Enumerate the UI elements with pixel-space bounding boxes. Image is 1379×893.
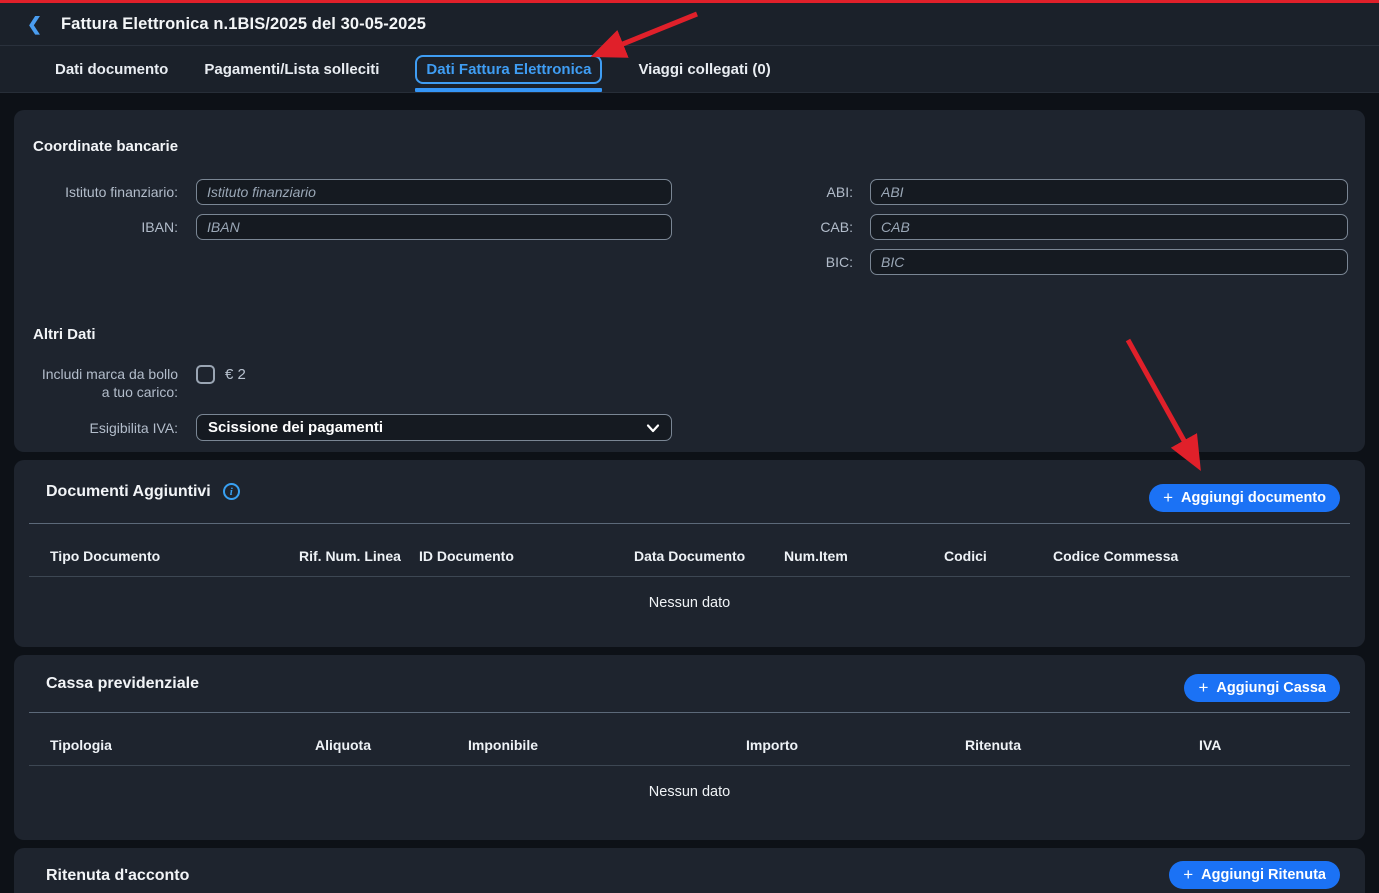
tab-label: Pagamenti/Lista solleciti	[204, 61, 379, 78]
tab-label: Dati Fattura Elettronica	[415, 55, 602, 84]
app-header: ❮ Fattura Elettronica n.1BIS/2025 del 30…	[0, 3, 1379, 46]
main-content: Coordinate bancarie Istituto finanziario…	[0, 93, 1379, 893]
column-header-aliquota: Aliquota	[315, 737, 468, 753]
iban-label: IBAN:	[33, 218, 178, 236]
bic-input[interactable]	[870, 249, 1348, 275]
column-header-rif-num-linea: Rif. Num. Linea	[299, 548, 419, 564]
plus-icon: +	[1198, 679, 1208, 696]
field-row-cab: CAB:	[793, 214, 1348, 240]
tab-dati-fattura-elettronica[interactable]: Dati Fattura Elettronica	[415, 46, 602, 92]
iban-input[interactable]	[196, 214, 672, 240]
add-document-button[interactable]: + Aggiungi documento	[1149, 484, 1340, 512]
add-ritenuta-button[interactable]: + Aggiungi Ritenuta	[1169, 861, 1340, 889]
chevron-down-icon	[646, 421, 660, 435]
ritenuta-acconto-header: Ritenuta d'acconto	[14, 848, 1365, 893]
istituto-finanziario-input[interactable]	[196, 179, 672, 205]
card-cassa-previdenziale: Cassa previdenziale + Aggiungi Cassa Tip…	[14, 655, 1365, 840]
marca-da-bollo-label: Includi marca da bollo a tuo carico:	[33, 365, 178, 401]
tab-pagamenti-lista-solleciti[interactable]: Pagamenti/Lista solleciti	[204, 46, 379, 92]
section-title-ritenuta-acconto: Ritenuta d'acconto	[46, 867, 189, 885]
esigibilita-iva-label: Esigibilita IVA:	[33, 419, 178, 437]
cassa-previdenziale-header: Cassa previdenziale	[14, 655, 1365, 712]
back-chevron-icon[interactable]: ❮	[27, 15, 49, 33]
plus-icon: +	[1163, 489, 1173, 506]
bic-label: BIC:	[793, 253, 853, 271]
column-header-codice-commessa: Codice Commessa	[1053, 548, 1350, 564]
column-header-codici: Codici	[944, 548, 1053, 564]
esigibilita-iva-select[interactable]: Scissione dei pagamenti	[196, 414, 672, 441]
cab-label: CAB:	[793, 218, 853, 236]
field-row-marca-da-bollo: Includi marca da bollo a tuo carico: € 2	[33, 365, 1348, 401]
column-header-tipo-documento: Tipo Documento	[50, 548, 299, 564]
field-row-bic: BIC:	[793, 249, 1348, 275]
plus-icon: +	[1183, 866, 1193, 883]
section-title-documenti-aggiuntivi: Documenti Aggiuntivi	[46, 483, 211, 501]
column-header-ritenuta: Ritenuta	[965, 737, 1199, 753]
column-header-iva: IVA	[1199, 737, 1350, 753]
add-document-button-label: Aggiungi documento	[1181, 490, 1326, 506]
column-header-id-documento: ID Documento	[419, 548, 634, 564]
field-row-iban: IBAN:	[33, 214, 672, 240]
field-row-abi: ABI:	[793, 179, 1348, 205]
abi-input[interactable]	[870, 179, 1348, 205]
marca-da-bollo-checkbox[interactable]	[196, 365, 215, 384]
cab-input[interactable]	[870, 214, 1348, 240]
esigibilita-iva-value: Scissione dei pagamenti	[208, 419, 646, 436]
tab-bar: Dati documento Pagamenti/Lista solleciti…	[0, 46, 1379, 93]
add-cassa-button-label: Aggiungi Cassa	[1216, 680, 1326, 696]
documenti-table-header-row: Tipo Documento Rif. Num. Linea ID Docume…	[29, 524, 1350, 576]
istituto-label: Istituto finanziario:	[33, 183, 178, 201]
bank-form-left-column: Istituto finanziario: IBAN:	[33, 179, 672, 284]
add-ritenuta-button-label: Aggiungi Ritenuta	[1201, 867, 1326, 883]
tab-dati-documento[interactable]: Dati documento	[55, 46, 168, 92]
tab-label: Dati documento	[55, 61, 168, 78]
add-cassa-button[interactable]: + Aggiungi Cassa	[1184, 674, 1340, 702]
info-icon[interactable]: i	[223, 483, 240, 500]
page-title: Fattura Elettronica n.1BIS/2025 del 30-0…	[61, 15, 426, 34]
section-divider	[29, 712, 1350, 713]
column-header-tipologia: Tipologia	[50, 737, 315, 753]
bank-form-grid: Istituto finanziario: IBAN: ABI: CAB:	[33, 179, 1348, 284]
section-title-coordinate-bancarie: Coordinate bancarie	[33, 138, 1348, 155]
field-row-esigibilita-iva: Esigibilita IVA: Scissione dei pagamenti	[33, 414, 1348, 441]
column-header-data-documento: Data Documento	[634, 548, 784, 564]
card-documenti-aggiuntivi: Documenti Aggiuntivi i + Aggiungi docume…	[14, 460, 1365, 647]
section-divider	[29, 523, 1350, 524]
section-title-cassa-previdenziale: Cassa previdenziale	[46, 675, 199, 693]
marca-da-bollo-amount: € 2	[225, 366, 246, 383]
column-header-num-item: Num.Item	[784, 548, 944, 564]
cassa-table-header-row: Tipologia Aliquota Imponibile Importo Ri…	[29, 713, 1350, 765]
card-ritenuta-acconto: Ritenuta d'acconto + Aggiungi Ritenuta	[14, 848, 1365, 893]
tab-viaggi-collegati[interactable]: Viaggi collegati (0)	[638, 46, 770, 92]
column-header-imponibile: Imponibile	[468, 737, 746, 753]
card-coordinate-bancarie: Coordinate bancarie Istituto finanziario…	[14, 110, 1365, 452]
bank-form-right-column: ABI: CAB: BIC:	[793, 179, 1348, 284]
column-header-importo: Importo	[746, 737, 965, 753]
section-title-altri-dati: Altri Dati	[33, 326, 1348, 343]
documenti-empty-state: Nessun dato	[14, 577, 1365, 611]
field-row-istituto: Istituto finanziario:	[33, 179, 672, 205]
tab-label: Viaggi collegati (0)	[638, 61, 770, 78]
cassa-empty-state: Nessun dato	[14, 766, 1365, 800]
altri-dati-rows: Includi marca da bollo a tuo carico: € 2…	[33, 365, 1348, 441]
abi-label: ABI:	[793, 183, 853, 201]
